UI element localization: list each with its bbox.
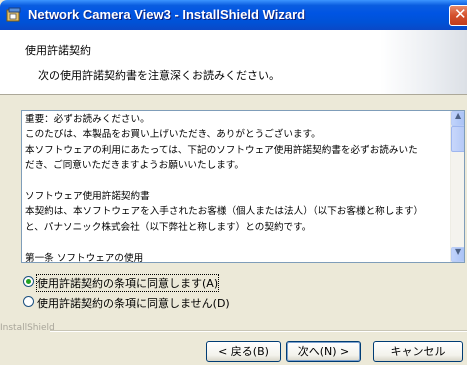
installer-app-icon [6,7,21,22]
scroll-up-button[interactable]: ▲ [451,111,464,126]
footer-divider [50,330,467,332]
chevron-up-icon: ▲ [455,111,462,120]
scroll-down-button[interactable]: ▼ [451,247,464,262]
wizard-header: 使用許諾契約 次の使用許諾契約書を注意深くお読みください。 [0,30,467,95]
accept-radio[interactable] [23,276,34,287]
page-subtitle: 次の使用許諾契約書を注意深くお読みください。 [38,69,280,82]
decline-radio[interactable] [23,296,34,307]
chevron-down-icon: ▼ [455,247,462,256]
scroll-thumb[interactable] [451,126,464,152]
title-bar[interactable]: Network Camera View3 - InstallShield Wiz… [0,0,467,30]
vertical-scrollbar[interactable]: ▲ ▼ [450,111,464,262]
accept-label[interactable]: 使用許諾契約の条項に同意します(A) [35,274,220,292]
next-button[interactable]: 次へ(N) > [286,341,361,362]
decline-label[interactable]: 使用許諾契約の条項に同意しません(D) [37,295,230,311]
close-icon: ✕ [454,5,467,23]
installshield-brand: InstallShield [0,323,55,333]
window-title: Network Camera View3 - InstallShield Wiz… [28,7,306,22]
back-button[interactable]: < 戻る(B) [206,341,281,362]
close-button[interactable]: ✕ [449,5,467,26]
installer-window: Network Camera View3 - InstallShield Wiz… [0,0,467,365]
cancel-button[interactable]: キャンセル [373,341,463,362]
license-text-box[interactable]: 重要：必ずお読みください。 このたびは、本製品をお買い上げいただき、ありがとうご… [21,110,465,263]
page-title: 使用許諾契約 [25,44,91,57]
header-banner-graphic [380,30,467,94]
license-text: 重要：必ずお読みください。 このたびは、本製品をお買い上げいただき、ありがとうご… [25,114,424,263]
